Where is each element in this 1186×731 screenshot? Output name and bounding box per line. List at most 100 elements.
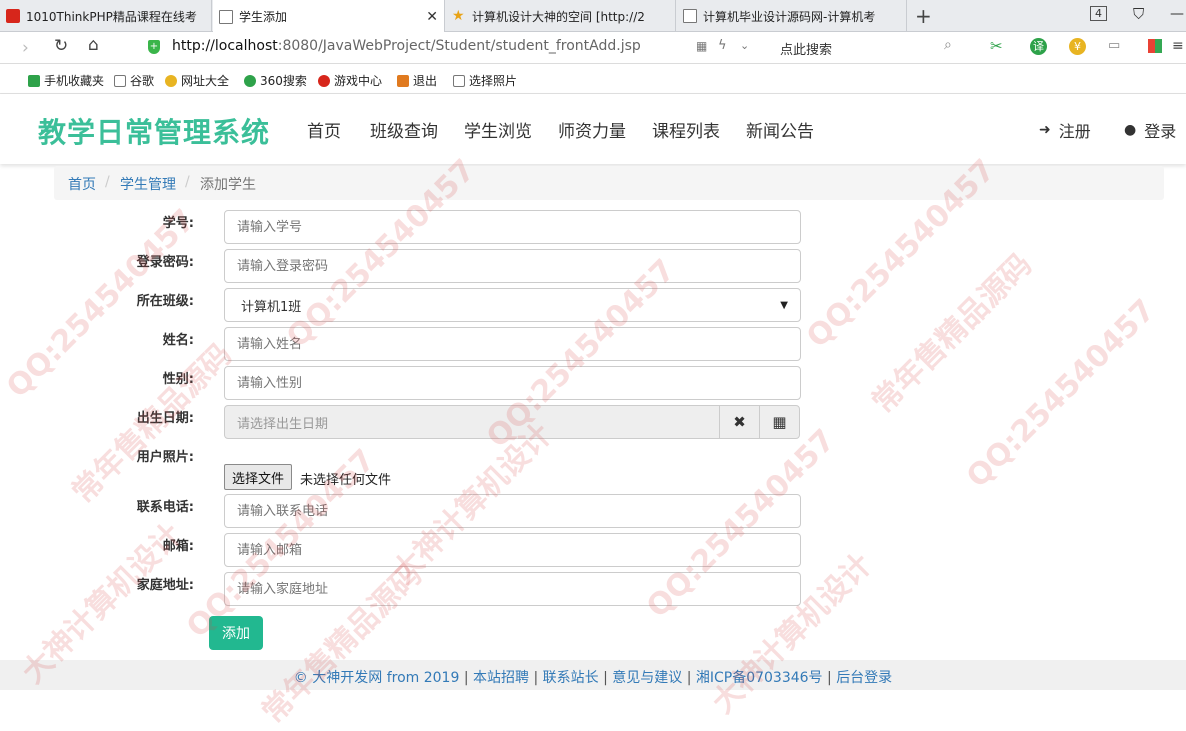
class-selected-value: 计算机1班 — [241, 299, 302, 315]
gender-label: 性别: — [162, 372, 194, 387]
nav-home[interactable]: 首页 — [307, 117, 341, 142]
star-icon: ★ — [452, 8, 465, 24]
chevron-down-icon[interactable]: ⌄ — [740, 39, 749, 52]
qr-icon[interactable]: ▦ — [696, 39, 707, 53]
register-link[interactable]: ➜ 注册 — [1039, 118, 1091, 142]
bookmark-label: 退出 — [413, 74, 438, 88]
login-label: 登录 — [1144, 122, 1177, 141]
breadcrumb-home[interactable]: 首页 — [68, 174, 96, 194]
scissors-icon[interactable]: ✂ — [990, 37, 1003, 55]
bookmark-photo[interactable]: 选择照片 — [453, 72, 517, 89]
file-status: 未选择任何文件 — [300, 473, 392, 488]
bookmark-label: 手机收藏夹 — [44, 74, 105, 88]
birthday-input[interactable]: 请选择出生日期 — [225, 406, 719, 438]
email-label: 邮箱: — [162, 539, 194, 554]
birthday-label: 出生日期: — [136, 411, 194, 426]
footer-link-icp[interactable]: 湘ICP备0703346号 — [696, 670, 823, 686]
bookmark-games[interactable]: 游戏中心 — [318, 72, 382, 89]
footer-link-jobs[interactable]: 本站招聘 — [473, 670, 529, 686]
bookmark-hao[interactable]: 网址大全 — [165, 72, 229, 89]
breadcrumb-section[interactable]: 学生管理 — [120, 174, 176, 194]
nav-teachers[interactable]: 师资力量 — [558, 117, 626, 142]
bookmark-mobile[interactable]: 手机收藏夹 — [28, 72, 104, 89]
calendar-icon: ▦ — [772, 413, 787, 431]
browser-tab-4[interactable]: 计算机毕业设计源码网-计算机考 — [677, 0, 907, 32]
footer-link-contact[interactable]: 联系站长 — [543, 670, 599, 686]
apps-grid-icon[interactable] — [1148, 39, 1162, 53]
caret-down-icon: ▼ — [780, 299, 788, 311]
sign-in-icon: ➜ — [1039, 122, 1051, 138]
student-no-label: 学号: — [162, 216, 194, 231]
search-box[interactable]: 点此搜索 — [780, 39, 832, 58]
name-input[interactable] — [224, 327, 801, 361]
close-icon[interactable]: ✕ — [426, 9, 438, 25]
nav-student-browse[interactable]: 学生浏览 — [464, 117, 532, 142]
footer-copyright: © 大神开发网 from 2019 — [293, 670, 460, 686]
search-icon[interactable]: ⌕ — [944, 37, 952, 53]
footer-link-feedback[interactable]: 意见与建议 — [612, 670, 682, 686]
red-square-icon — [6, 9, 20, 23]
nav-class-query[interactable]: 班级查询 — [370, 117, 438, 142]
register-label: 注册 — [1058, 122, 1091, 141]
class-label: 所在班级: — [136, 294, 194, 309]
lightning-icon[interactable]: ϟ — [718, 38, 727, 53]
site-brand[interactable]: 教学日常管理系统 — [38, 111, 270, 151]
login-link[interactable]: ● 登录 — [1124, 118, 1176, 142]
footer-link-admin[interactable]: 后台登录 — [836, 670, 892, 686]
translate-icon[interactable]: 译 — [1030, 38, 1047, 55]
new-tab-button[interactable]: + — [915, 4, 932, 28]
page-icon — [114, 74, 126, 87]
address-input[interactable] — [224, 572, 801, 606]
student-no-input[interactable] — [224, 210, 801, 244]
minimize-icon[interactable]: — — [1170, 6, 1184, 22]
footer-text: © 大神开发网 from 2019 | 本站招聘 | 联系站长 | 意见与建议 … — [0, 667, 1186, 687]
bookmark-exit[interactable]: 退出 — [397, 72, 437, 89]
choose-file-button[interactable]: 选择文件 — [224, 464, 293, 490]
shirt-icon[interactable]: ⛉ — [1133, 5, 1144, 23]
tab-title: 计算机设计大神的空间 [http://2 — [472, 9, 645, 24]
globe-icon — [165, 74, 177, 87]
bookmark-360[interactable]: 360搜索 — [244, 72, 307, 89]
tab-count-badge[interactable]: 4 — [1090, 6, 1107, 21]
user-icon: ● — [1124, 122, 1137, 138]
search-circle-icon — [244, 74, 256, 87]
address-label: 家庭地址: — [136, 578, 194, 593]
birthday-picker[interactable]: 请选择出生日期 ✖ ▦ — [224, 405, 800, 439]
nav-courses[interactable]: 课程列表 — [652, 117, 720, 142]
nav-news[interactable]: 新闻公告 — [746, 117, 814, 142]
footer-separator: | — [533, 670, 539, 686]
footer-separator: | — [603, 670, 608, 686]
phone-icon — [28, 74, 40, 87]
password-label: 登录密码: — [136, 255, 194, 270]
forward-icon[interactable]: › — [22, 38, 29, 58]
clear-date-button[interactable]: ✖ — [719, 406, 759, 438]
gender-input[interactable] — [224, 366, 801, 400]
class-select[interactable]: 计算机1班 ▼ — [224, 288, 801, 322]
email-input[interactable] — [224, 533, 801, 567]
browser-tab-1[interactable]: 1010ThinkPHP精品课程在线考 — [0, 0, 212, 32]
tab-title: 学生添加 — [239, 10, 288, 24]
calendar-button[interactable]: ▦ — [759, 406, 799, 438]
footer-separator: | — [827, 670, 832, 686]
browser-tab-3[interactable]: ★ 计算机设计大神的空间 [http://2 — [446, 0, 676, 32]
watermark: 常年售精品源码 — [865, 247, 1039, 421]
add-button[interactable]: 添加 — [209, 616, 263, 650]
breadcrumb-separator: / — [185, 174, 190, 190]
url-path: :8080/JavaWebProject/Student/student_fro… — [277, 38, 641, 54]
password-input[interactable] — [224, 249, 801, 283]
name-label: 姓名: — [162, 333, 194, 348]
reload-icon[interactable]: ↻ — [54, 36, 68, 56]
image-icon[interactable]: ▭ — [1108, 38, 1120, 53]
browser-tab-2[interactable]: 学生添加 ✕ — [213, 0, 445, 33]
close-icon: ✖ — [733, 413, 746, 431]
tab-title: 1010ThinkPHP精品课程在线考 — [26, 9, 197, 24]
breadcrumb-separator: / — [105, 174, 110, 190]
menu-icon[interactable]: ≡ — [1172, 38, 1184, 54]
security-shield-icon: + — [148, 40, 160, 54]
address-bar[interactable]: http://localhost:8080/JavaWebProject/Stu… — [172, 38, 641, 54]
home-icon[interactable]: ⌂ — [88, 35, 99, 55]
phone-input[interactable] — [224, 494, 801, 528]
tab-title: 计算机毕业设计源码网-计算机考 — [703, 9, 876, 24]
money-icon[interactable]: ¥ — [1069, 38, 1086, 55]
bookmark-google[interactable]: 谷歌 — [114, 72, 154, 89]
